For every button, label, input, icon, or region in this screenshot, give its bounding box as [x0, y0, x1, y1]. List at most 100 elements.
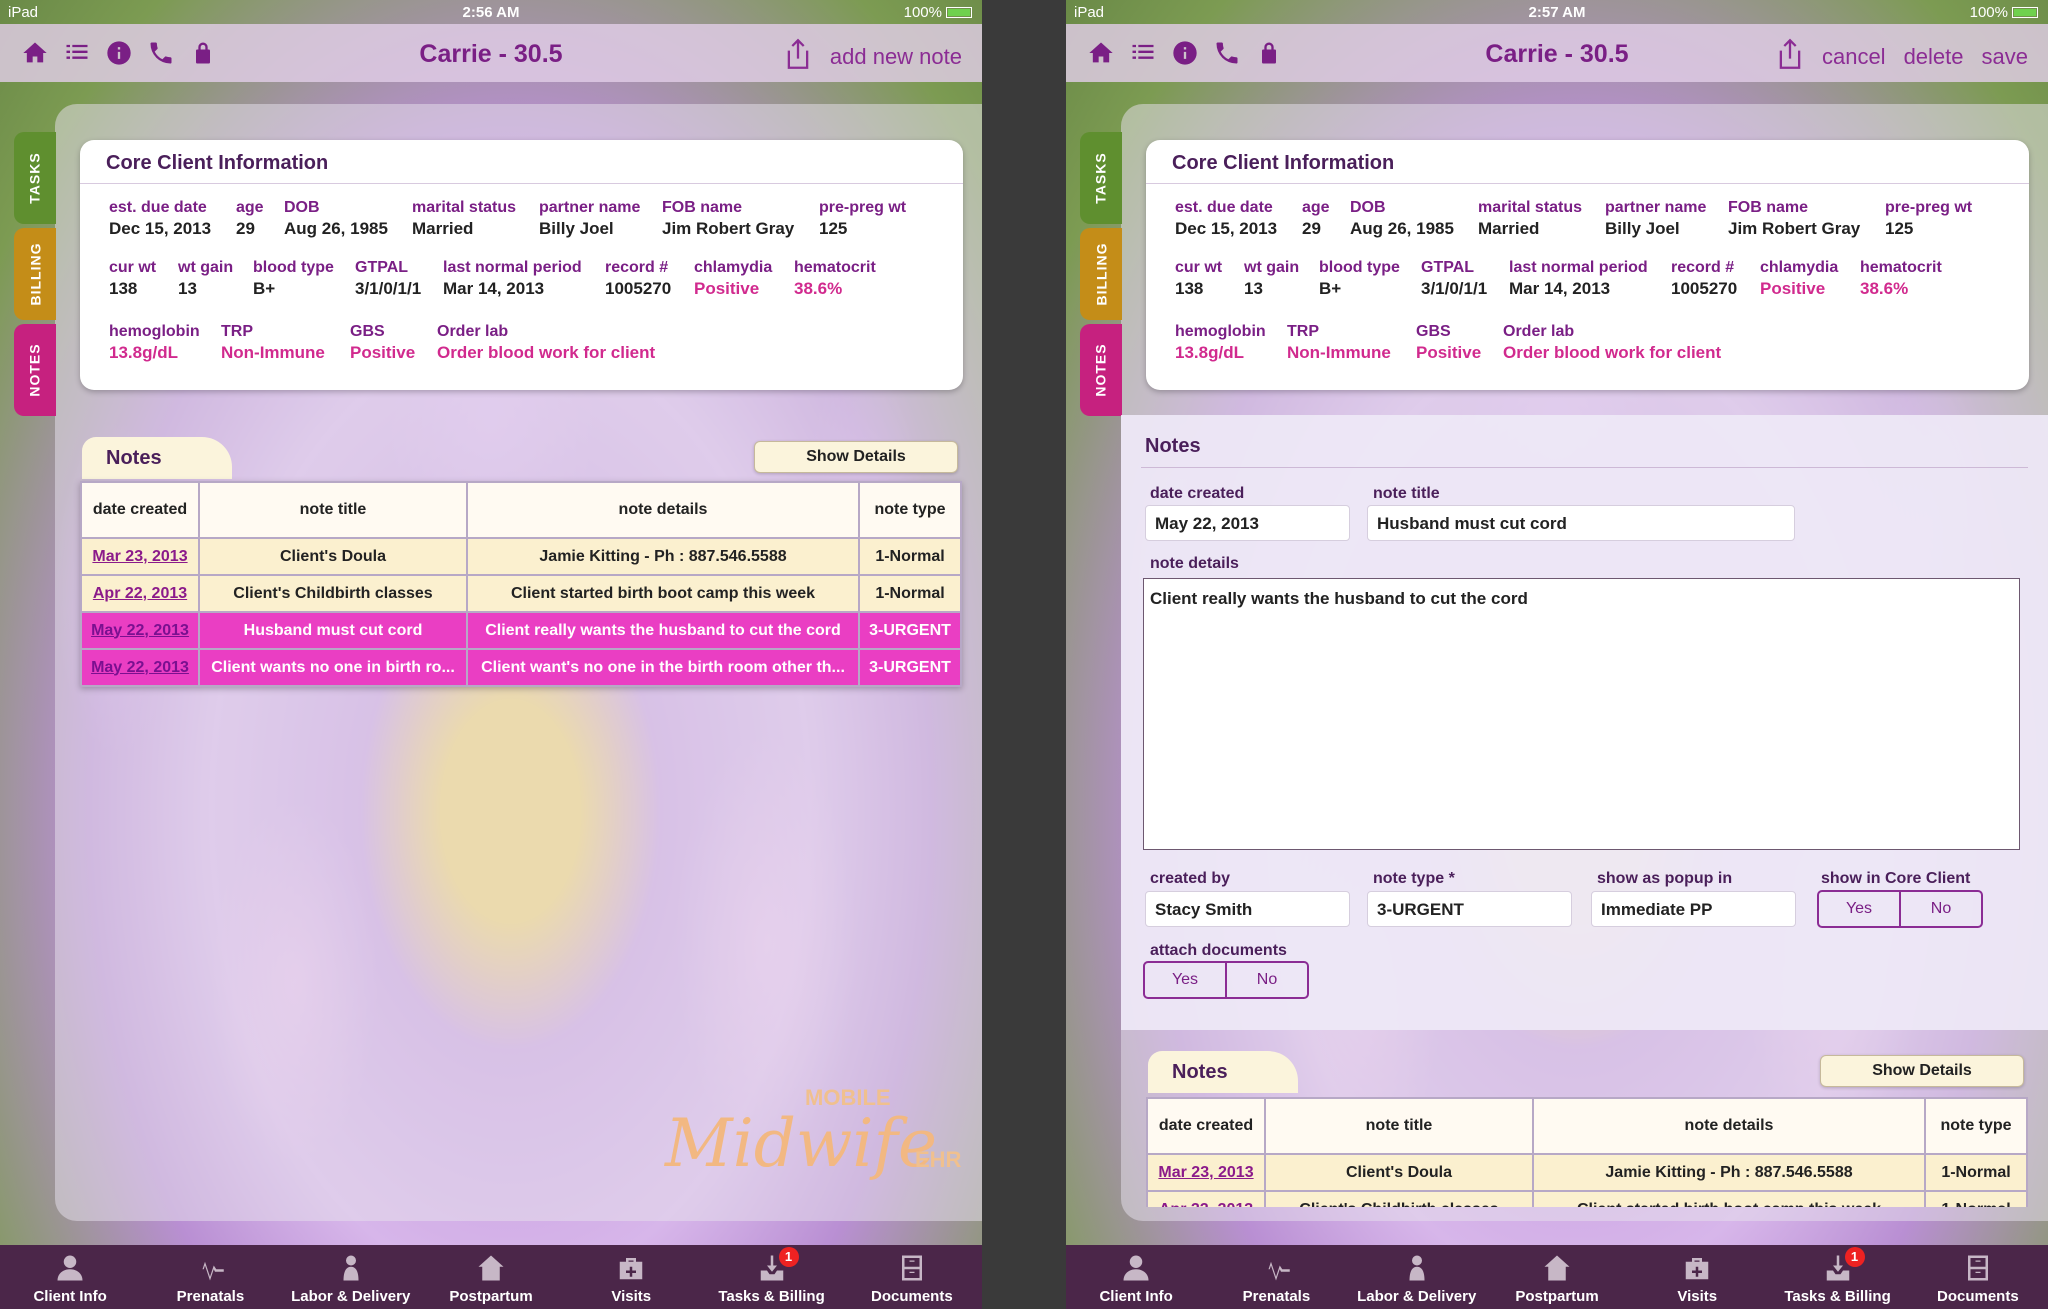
attach-documents-label: attach documents [1150, 942, 1287, 959]
col-note-details[interactable]: note details [466, 481, 860, 539]
cabinet-icon [896, 1252, 928, 1284]
note-type-select[interactable]: 3-URGENT [1367, 891, 1572, 927]
col-note-title[interactable]: note title [198, 481, 468, 539]
side-tab-label: BILLING [27, 242, 43, 306]
attach-yes-option[interactable]: Yes [1145, 963, 1225, 997]
field-gbs: GBS Positive [350, 323, 416, 362]
field-dob: DOB Aug 26, 1985 [1350, 199, 1454, 238]
note-date-link[interactable]: Apr 22, 2013 [1146, 1190, 1266, 1207]
baby-icon [1401, 1252, 1433, 1284]
tab-documents[interactable]: Documents [842, 1245, 982, 1309]
note-details-cell: Client started birth boot camp this week [466, 574, 860, 613]
field-gbs: GBS Positive [1416, 323, 1482, 362]
note-title-field[interactable]: Husband must cut cord [1367, 505, 1795, 541]
tab-labor-delivery[interactable]: Labor & Delivery [1347, 1245, 1487, 1309]
popup-select[interactable]: Immediate PP [1591, 891, 1796, 927]
field-fob: FOB name Jim Robert Gray [662, 199, 795, 238]
core-yes-option[interactable]: Yes [1819, 892, 1899, 926]
tab-labor-delivery[interactable]: Labor & Delivery [281, 1245, 421, 1309]
note-date-link[interactable]: Mar 23, 2013 [80, 537, 200, 576]
note-details-textarea[interactable]: Client really wants the husband to cut t… [1143, 578, 2020, 850]
share-icon[interactable] [1776, 38, 1804, 76]
note-type-label: note type * [1373, 870, 1455, 887]
col-note-type[interactable]: note type [858, 481, 962, 539]
col-note-title[interactable]: note title [1264, 1097, 1534, 1155]
tab-tasks-billing[interactable]: 1 Tasks & Billing [1767, 1245, 1907, 1309]
tab-postpartum[interactable]: Postpartum [1487, 1245, 1627, 1309]
core-card-title: Core Client Information [80, 140, 963, 184]
mobile-midwife-logo: MOBILE Midwife EHR [665, 1085, 962, 1182]
table-header: date created note title note details not… [1146, 1097, 2028, 1155]
table-row[interactable]: Apr 22, 2013 Client's Childbirth classes… [1146, 1190, 2028, 1207]
battery-indicator: 100% [904, 4, 972, 21]
date-created-field[interactable]: May 22, 2013 [1145, 505, 1350, 541]
house-icon [1541, 1252, 1573, 1284]
field-fob: FOB name Jim Robert Gray [1728, 199, 1861, 238]
side-tab-billing[interactable]: BILLING [1080, 228, 1122, 320]
battery-icon [2012, 7, 2038, 18]
note-type-cell: 1-Normal [858, 537, 962, 576]
tab-postpartum[interactable]: Postpartum [421, 1245, 561, 1309]
note-edit-form: Notes date created May 22, 2013 note tit… [1121, 415, 2048, 1030]
delete-button[interactable]: delete [1904, 44, 1964, 70]
created-by-field[interactable]: Stacy Smith [1145, 891, 1350, 927]
tab-documents[interactable]: Documents [1908, 1245, 2048, 1309]
tab-client-info[interactable]: Client Info [1066, 1245, 1206, 1309]
note-date-link[interactable]: Apr 22, 2013 [80, 574, 200, 613]
add-new-note-button[interactable]: add new note [830, 44, 962, 70]
popup-label: show as popup in [1597, 870, 1733, 887]
attach-no-option[interactable]: No [1225, 963, 1307, 997]
notes-tab: Notes [1148, 1051, 1298, 1093]
show-in-core-toggle: Yes No [1817, 890, 1983, 928]
table-row[interactable]: May 22, 2013 Husband must cut cord Clien… [80, 611, 962, 650]
table-row[interactable]: May 22, 2013 Client wants no one in birt… [80, 648, 962, 687]
table-row[interactable]: Mar 23, 2013 Client's Doula Jamie Kittin… [80, 537, 962, 576]
core-no-option[interactable]: No [1899, 892, 1981, 926]
note-details-cell: Client really wants the husband to cut t… [466, 611, 860, 650]
tab-tasks-billing[interactable]: 1 Tasks & Billing [701, 1245, 841, 1309]
field-hemoglobin: hemoglobin 13.8g/dL [109, 323, 200, 362]
share-icon[interactable] [784, 38, 812, 76]
field-prepreg-wt: pre-preg wt 125 [1885, 199, 1973, 238]
note-date-link[interactable]: May 22, 2013 [80, 648, 200, 687]
note-date-link[interactable]: May 22, 2013 [80, 611, 200, 650]
col-note-details[interactable]: note details [1532, 1097, 1926, 1155]
table-row[interactable]: Mar 23, 2013 Client's Doula Jamie Kittin… [1146, 1153, 2028, 1192]
field-cur-wt: cur wt 138 [109, 259, 157, 298]
side-tab-tasks[interactable]: TASKS [1080, 132, 1122, 224]
notes-table-viewport[interactable]: date created note title note details not… [1146, 1097, 2028, 1207]
tab-visits[interactable]: Visits [1627, 1245, 1767, 1309]
note-date-link[interactable]: Mar 23, 2013 [1146, 1153, 1266, 1192]
field-hematocrit: hematocrit 38.6% [794, 259, 876, 298]
tab-client-info[interactable]: Client Info [0, 1245, 140, 1309]
col-date-created[interactable]: date created [80, 481, 200, 539]
medkit-icon [1681, 1252, 1713, 1284]
side-tab-notes[interactable]: NOTES [14, 324, 56, 416]
field-order-lab[interactable]: Order lab Order blood work for client [1503, 323, 1721, 363]
table-row[interactable]: Apr 22, 2013 Client's Childbirth classes… [80, 574, 962, 613]
note-details-cell: Client started birth boot camp this week [1532, 1190, 1926, 1207]
notes-table: date created note title note details not… [1146, 1097, 2028, 1207]
tab-prenatals[interactable]: Prenatals [1206, 1245, 1346, 1309]
nav-bar: Carrie - 30.5 add new note [0, 24, 982, 82]
note-details-label: note details [1150, 555, 1239, 572]
tab-prenatals[interactable]: Prenatals [140, 1245, 280, 1309]
save-button[interactable]: save [1982, 44, 2028, 70]
col-note-type[interactable]: note type [1924, 1097, 2028, 1155]
field-lnp: last normal period Mar 14, 2013 [1509, 259, 1648, 298]
notification-badge: 1 [778, 1247, 799, 1267]
cancel-button[interactable]: cancel [1822, 44, 1886, 70]
side-tab-notes[interactable]: NOTES [1080, 324, 1122, 416]
side-tab-tasks[interactable]: TASKS [14, 132, 56, 224]
note-type-cell: 1-Normal [1924, 1190, 2028, 1207]
side-tab-label: TASKS [27, 152, 44, 204]
attach-documents-toggle: Yes No [1143, 961, 1309, 999]
tab-visits[interactable]: Visits [561, 1245, 701, 1309]
status-time: 2:56 AM [462, 4, 520, 21]
side-tab-billing[interactable]: BILLING [14, 228, 56, 320]
field-order-lab[interactable]: Order lab Order blood work for client [437, 323, 655, 363]
show-details-button[interactable]: Show Details [1820, 1055, 2024, 1087]
col-date-created[interactable]: date created [1146, 1097, 1266, 1155]
status-bar: iPad 2:57 AM 100% [1066, 0, 2048, 24]
show-details-button[interactable]: Show Details [754, 441, 958, 473]
